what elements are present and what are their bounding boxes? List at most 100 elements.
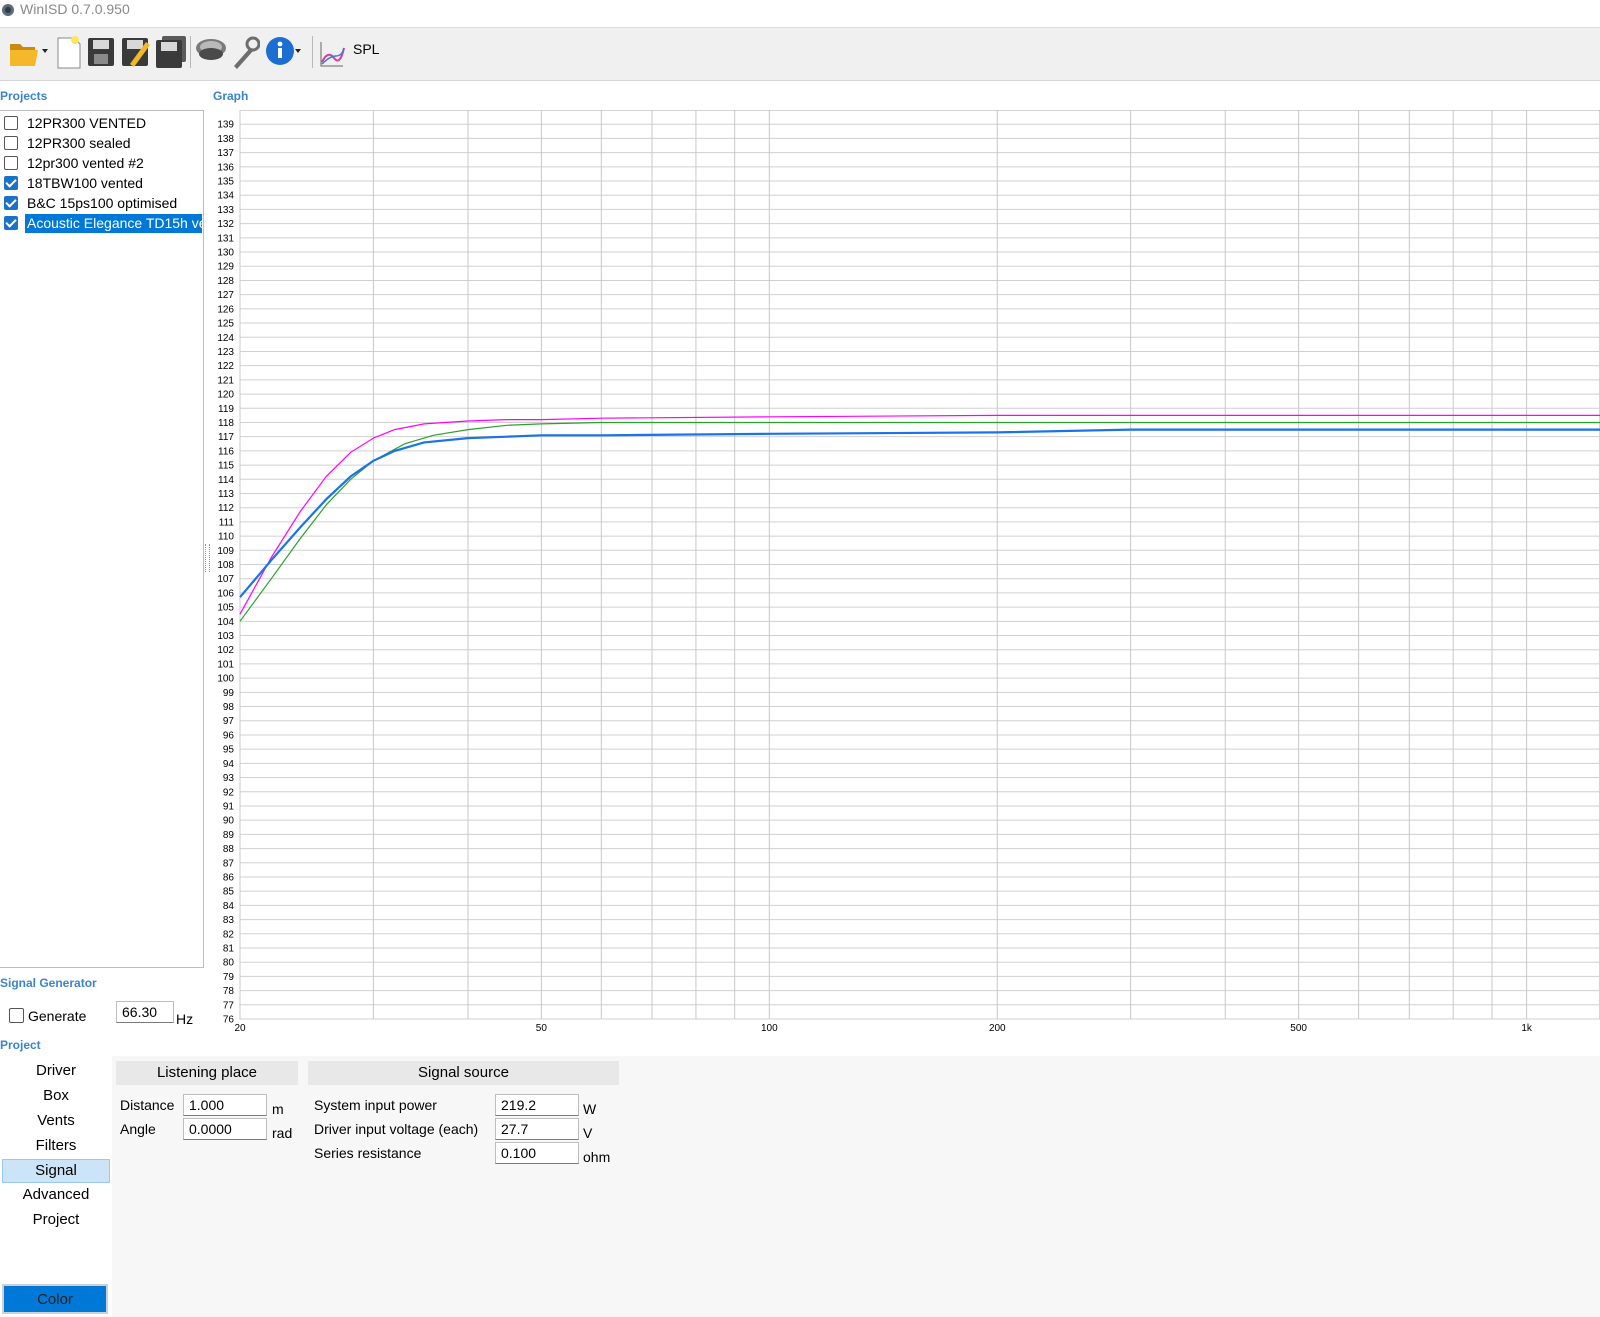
- project-item[interactable]: 12PR300 VENTED: [0, 113, 202, 133]
- y-tick-label: 138: [217, 134, 234, 145]
- y-tick-label: 125: [217, 319, 234, 330]
- info-icon[interactable]: [264, 32, 308, 70]
- y-tick-label: 131: [217, 233, 234, 244]
- driver-input-voltage-input[interactable]: 27.7: [495, 1118, 579, 1140]
- save-as-icon[interactable]: [120, 32, 152, 70]
- x-tick-label: 20: [234, 1023, 246, 1034]
- distance-label: Distance: [120, 1097, 175, 1113]
- projects-list[interactable]: 12PR300 VENTED 12PR300 sealed 12pr300 vent…: [0, 110, 204, 968]
- project-item[interactable]: 18TBW100 vented: [0, 173, 202, 193]
- y-tick-label: 116: [218, 446, 234, 457]
- y-tick-label: 85: [223, 887, 235, 898]
- spl-label[interactable]: SPL: [353, 41, 379, 57]
- y-tick-label: 110: [218, 532, 234, 543]
- y-tick-label: 102: [217, 645, 234, 656]
- project-checkbox[interactable]: [4, 136, 18, 150]
- y-tick-label: 100: [217, 674, 234, 685]
- tab-vents[interactable]: Vents: [2, 1110, 110, 1134]
- y-tick-label: 124: [217, 333, 234, 344]
- x-tick-label: 50: [536, 1023, 548, 1034]
- tab-filters[interactable]: Filters: [2, 1135, 110, 1159]
- y-tick-label: 123: [217, 347, 234, 358]
- project-checkbox[interactable]: [4, 216, 18, 230]
- y-tick-label: 106: [217, 588, 234, 599]
- y-tick-label: 112: [218, 503, 234, 514]
- y-tick-label: 114: [218, 475, 234, 486]
- generate-checkbox[interactable]: [9, 1008, 24, 1023]
- x-tick-label: 200: [989, 1023, 1006, 1034]
- y-tick-label: 105: [217, 603, 234, 614]
- new-project-icon[interactable]: [56, 32, 82, 70]
- y-tick-label: 128: [217, 276, 234, 287]
- y-tick-label: 92: [223, 787, 235, 798]
- series-resistance-label: Series resistance: [314, 1145, 422, 1161]
- spl-graph-canvas[interactable]: 76 77 78 79 80 81 82 83 84 85 86 87 88 89 90 91 92 93 94 95…: [206, 110, 1600, 1036]
- frequency-unit: Hz: [176, 1011, 194, 1027]
- y-tick-label: 96: [223, 730, 235, 741]
- project-checkbox[interactable]: [4, 156, 18, 170]
- y-tick-label: 133: [217, 205, 234, 216]
- window-title: WinISD 0.7.0.950: [20, 1, 130, 17]
- project-item[interactable]: B&C 15ps100 optimised: [0, 193, 202, 213]
- y-tick-label: 84: [223, 901, 235, 912]
- y-tick-label: 77: [223, 1000, 235, 1011]
- project-name[interactable]: 12PR300 sealed: [25, 134, 133, 153]
- frequency-input[interactable]: 66.30: [116, 1001, 174, 1023]
- tab-project[interactable]: Project: [2, 1209, 110, 1233]
- project-item[interactable]: Acoustic Elegance TD15h vented: [0, 213, 202, 233]
- color-button[interactable]: Color: [2, 1284, 108, 1314]
- y-tick-label: 94: [223, 759, 235, 770]
- y-tick-label: 136: [217, 162, 234, 173]
- y-tick-label: 76: [223, 1015, 235, 1026]
- generate-label[interactable]: Generate: [28, 1008, 86, 1024]
- y-tick-label: 113: [218, 489, 234, 500]
- y-tick-label: 81: [223, 943, 235, 954]
- system-input-power-input[interactable]: 219.2: [495, 1094, 579, 1116]
- toolbar-separator: [190, 36, 191, 68]
- wrench-icon[interactable]: [230, 32, 260, 70]
- y-tick-label: 107: [217, 574, 234, 585]
- project-checkbox[interactable]: [4, 116, 18, 130]
- y-tick-label: 86: [223, 872, 235, 883]
- y-tick-label: 82: [223, 929, 235, 940]
- project-checkbox[interactable]: [4, 176, 18, 190]
- speaker-driver-icon[interactable]: [194, 32, 228, 70]
- y-tick-label: 93: [223, 773, 235, 784]
- project-name[interactable]: 18TBW100 vented: [25, 174, 145, 193]
- y-tick-label: 83: [223, 915, 235, 926]
- y-tick-label: 120: [217, 390, 234, 401]
- toolbar: SPL: [0, 27, 1600, 81]
- project-item[interactable]: 12pr300 vented #2: [0, 153, 202, 173]
- project-name[interactable]: 12PR300 VENTED: [25, 114, 148, 133]
- y-tick-label: 108: [217, 560, 234, 571]
- y-tick-label: 118: [218, 418, 234, 429]
- tab-box[interactable]: Box: [2, 1085, 110, 1109]
- open-folder-icon[interactable]: [6, 32, 52, 70]
- y-tick-label: 121: [217, 375, 234, 386]
- power-unit: W: [583, 1101, 597, 1117]
- y-tick-label: 122: [217, 361, 234, 372]
- y-tick-label: 89: [223, 830, 235, 841]
- listening-place-header: Listening place: [116, 1061, 298, 1085]
- spl-graph-icon[interactable]: [318, 32, 346, 70]
- save-icon[interactable]: [86, 32, 116, 70]
- project-name[interactable]: 12pr300 vented #2: [25, 154, 146, 173]
- project-item[interactable]: 12PR300 sealed: [0, 133, 202, 153]
- y-tick-label: 101: [217, 659, 234, 670]
- project-name[interactable]: Acoustic Elegance TD15h vented: [25, 214, 202, 233]
- tab-advanced[interactable]: Advanced: [2, 1184, 110, 1208]
- angle-input[interactable]: 0.0000: [183, 1118, 267, 1140]
- distance-input[interactable]: 1.000: [183, 1094, 267, 1116]
- project-name[interactable]: B&C 15ps100 optimised: [25, 194, 179, 213]
- y-tick-label: 127: [217, 290, 234, 301]
- tab-driver[interactable]: Driver: [2, 1060, 110, 1084]
- y-tick-label: 97: [223, 716, 235, 727]
- driver-input-voltage-label: Driver input voltage (each): [314, 1121, 479, 1137]
- spl-graph[interactable]: 76 77 78 79 80 81 82 83 84 85 86 87 88 89 90 91 92 93 94 95…: [206, 110, 1600, 1036]
- project-checkbox[interactable]: [4, 196, 18, 210]
- save-all-icon[interactable]: [154, 32, 188, 70]
- tab-signal[interactable]: Signal: [2, 1159, 110, 1183]
- y-tick-label: 129: [217, 262, 234, 273]
- series-resistance-input[interactable]: 0.100: [495, 1142, 579, 1164]
- resistance-unit: ohm: [583, 1149, 611, 1165]
